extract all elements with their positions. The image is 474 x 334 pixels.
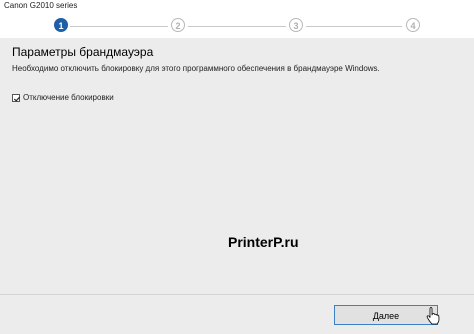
step-connector — [306, 26, 402, 27]
window-title: Canon G2010 series — [4, 1, 78, 10]
step-progress: 1 2 3 4 — [0, 12, 474, 50]
step-1: 1 — [54, 18, 68, 32]
page-title: Параметры брандмауэра — [12, 45, 154, 59]
step-4: 4 — [406, 18, 420, 32]
step-2: 2 — [171, 18, 185, 32]
step-connector — [188, 26, 286, 27]
disable-blocking-label: Отключение блокировки — [23, 93, 114, 102]
watermark: PrinterP.ru — [228, 234, 299, 250]
disable-blocking-checkbox-row[interactable]: Отключение блокировки — [12, 93, 114, 102]
step-3: 3 — [289, 18, 303, 32]
step-connector — [70, 26, 168, 27]
title-bar: Canon G2010 series — [0, 0, 474, 12]
disable-blocking-checkbox[interactable] — [12, 93, 21, 102]
content-panel: Параметры брандмауэра Необходимо отключи… — [0, 38, 474, 294]
hand-cursor-icon — [426, 307, 440, 325]
page-description: Необходимо отключить блокировку для этог… — [12, 64, 380, 73]
footer-bar: Далее — [0, 294, 474, 334]
checkmark-icon — [13, 96, 21, 102]
next-button[interactable]: Далее — [334, 305, 438, 325]
